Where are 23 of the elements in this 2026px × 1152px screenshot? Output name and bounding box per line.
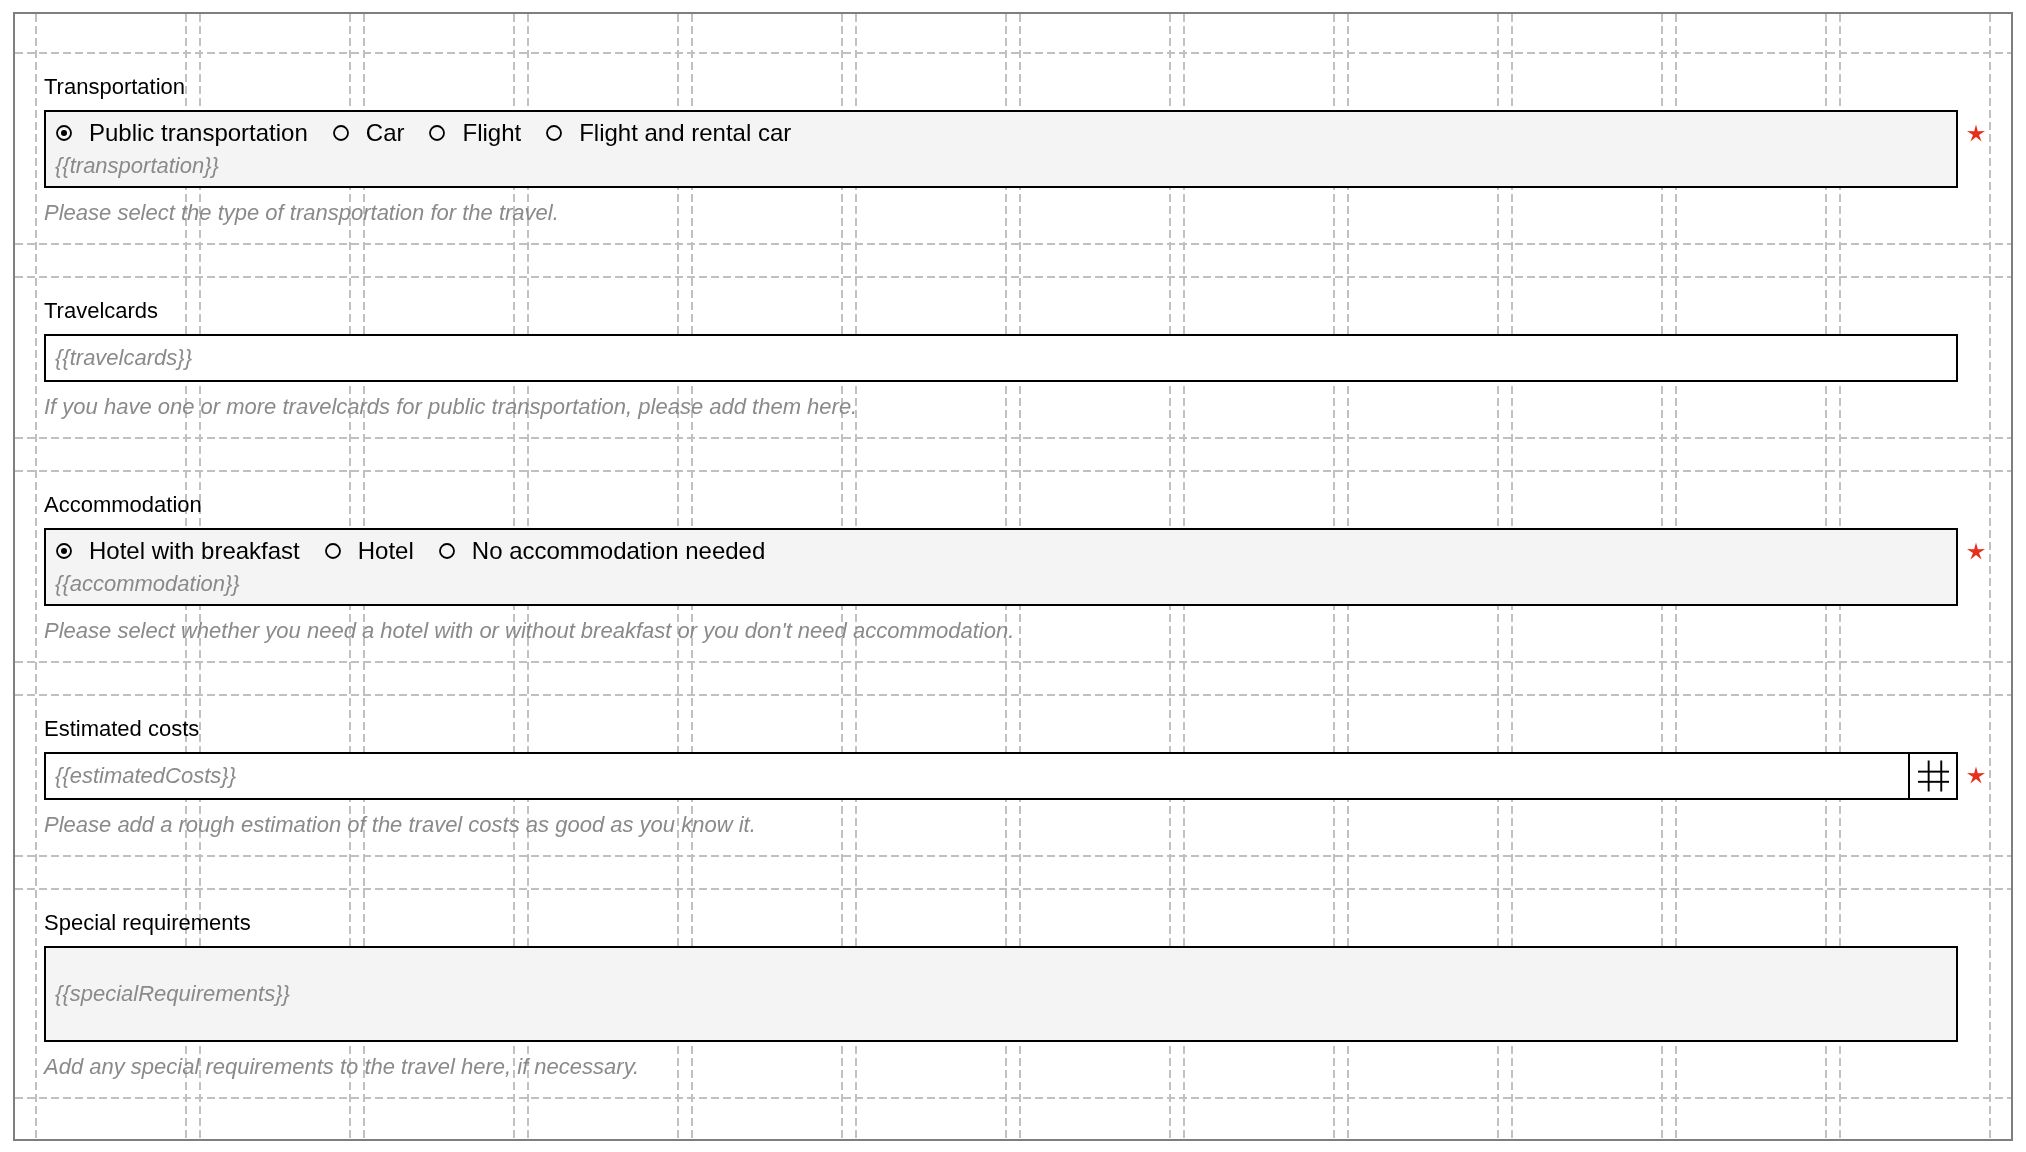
text-field[interactable]: {{travelcards}} [44,334,1958,382]
placeholder-text: {{accommodation}} [55,571,240,597]
placeholder-text: {{transportation}} [55,153,219,179]
help-text: Add any special requirements to the travel here, if necessary. [44,1054,640,1080]
hash-icon [1917,760,1949,792]
field-label: Estimated costs [44,716,200,742]
number-field[interactable]: {{estimatedCosts}} [44,752,1908,800]
radio-option[interactable]: Public transportation [56,119,308,147]
radio-option[interactable]: Car [332,119,405,147]
field-label: Special requirements [44,910,251,936]
field-label: Travelcards [44,298,159,324]
radio-option[interactable]: Hotel [324,537,414,565]
field-label: Transportation [44,74,186,100]
radio-option[interactable]: Hotel with breakfast [56,537,300,565]
radio-option[interactable]: Flight [429,119,522,147]
help-text: If you have one or more travelcards for public transportation, please add them here. [44,394,858,420]
help-text: Please select whether you need a hotel with or without breakfast or you don't need accommodation. [44,618,1015,644]
text-area[interactable]: {{specialRequirements}} [44,946,1958,1042]
radio-option[interactable]: No accommodation needed [438,537,766,565]
field-label: Accommodation [44,492,202,518]
help-text: Please select the type of transportation for the travel. [44,200,559,226]
help-text: Please add a rough estimation of the travel costs as good as you know it. [44,812,756,838]
radio-option[interactable]: Flight and rental car [546,119,792,147]
